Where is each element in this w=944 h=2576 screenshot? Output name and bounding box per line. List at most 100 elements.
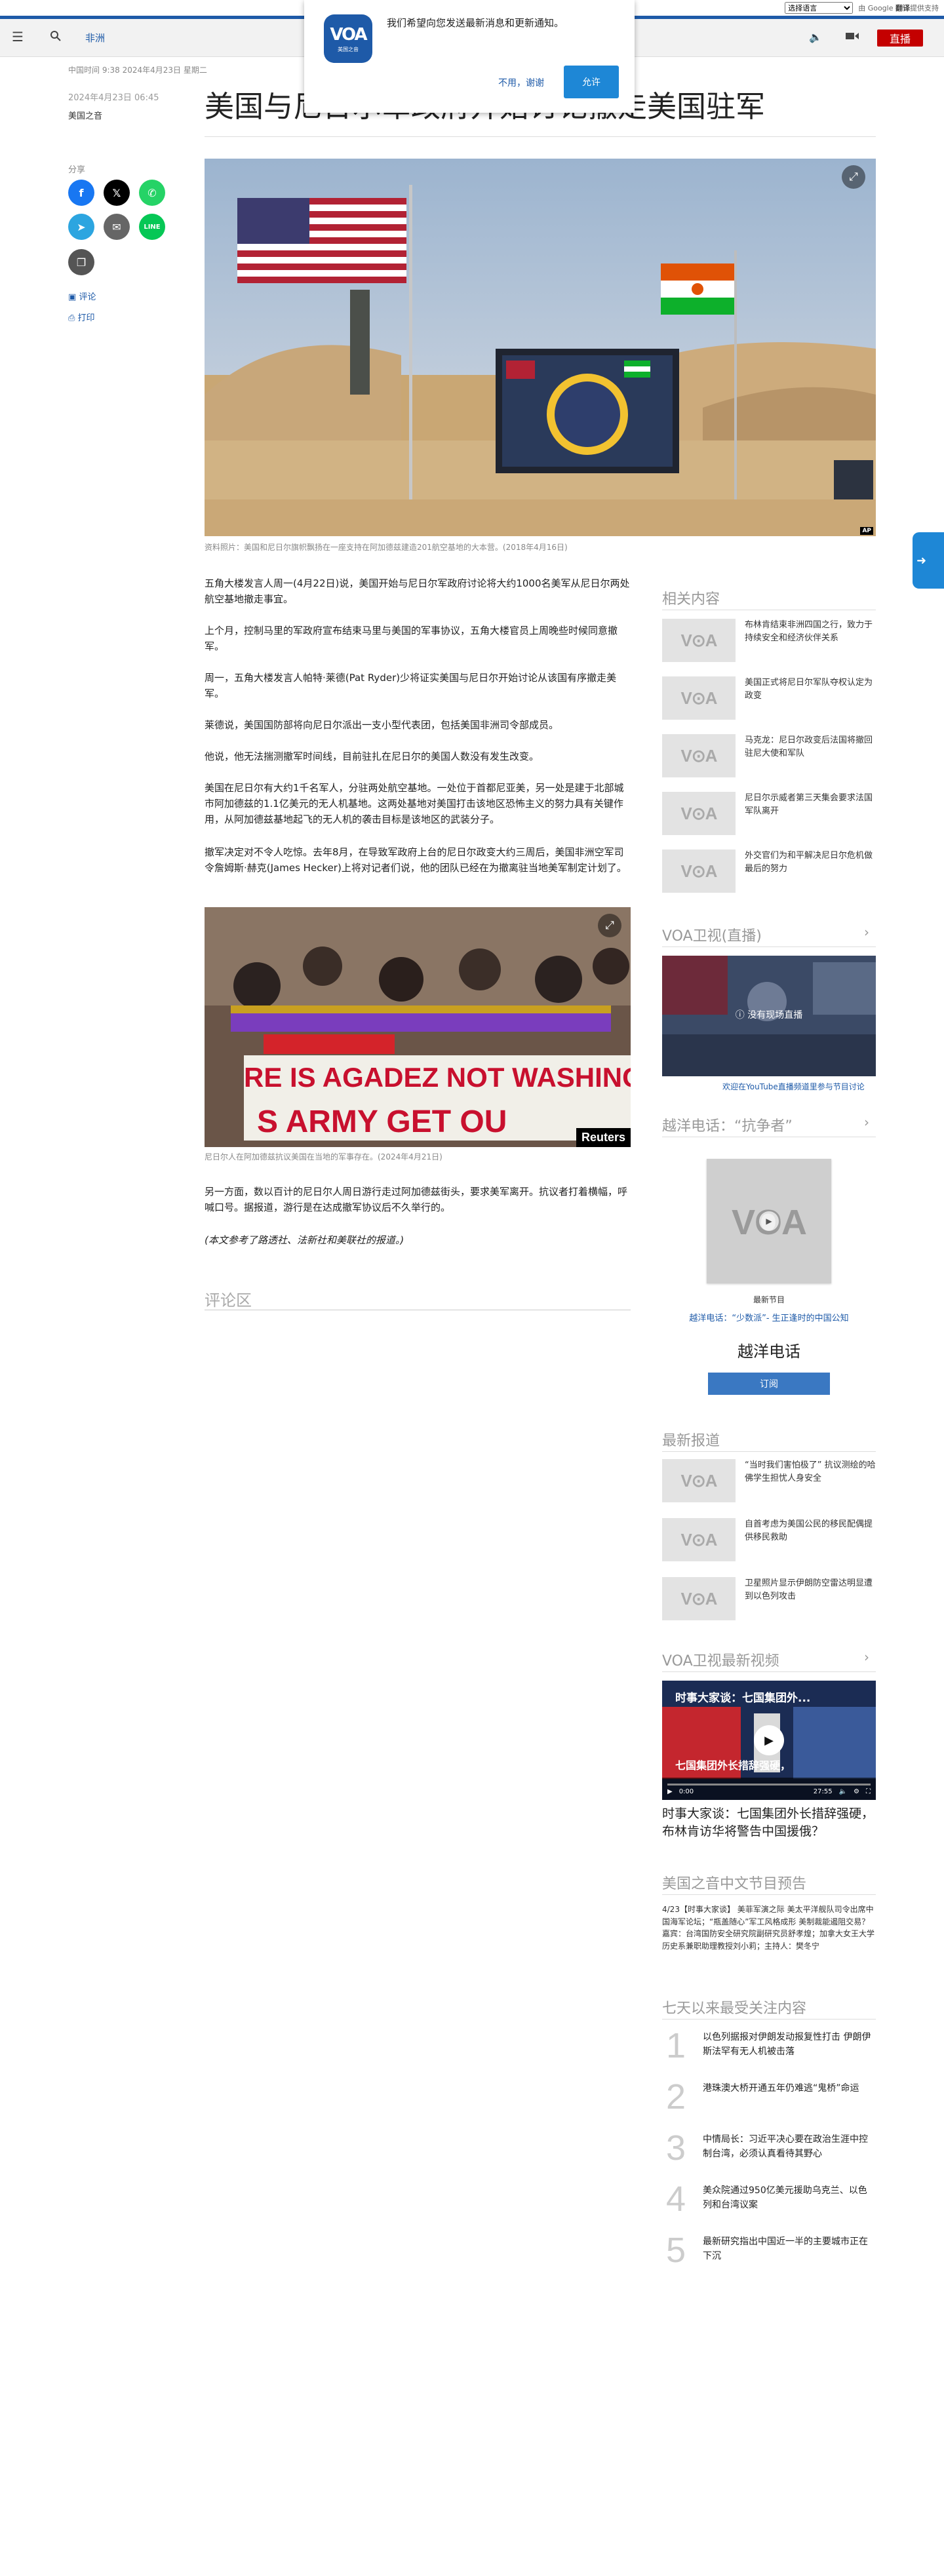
decline-button[interactable]: 不用，谢谢 bbox=[485, 68, 557, 97]
related-item[interactable]: V⊙A 外交官们为和平解决尼日尔危机做最后的努力 bbox=[662, 849, 876, 902]
audio-icon[interactable]: 🔈 bbox=[809, 31, 822, 43]
x-share-icon[interactable]: 𝕏 bbox=[104, 180, 130, 206]
paragraph: 撤军决定对不令人吃惊。去年8月，在导致军政府上台的尼日尔政变大约三周后，美国非洲… bbox=[205, 846, 627, 874]
telegram-share-icon[interactable]: ➤ bbox=[68, 214, 94, 240]
video-time-current: 0:00 bbox=[678, 1788, 694, 1795]
reuters-credit: Reuters bbox=[576, 1128, 631, 1147]
photo-credit: AP bbox=[860, 527, 873, 535]
whatsapp-share-icon[interactable]: ✆ bbox=[139, 180, 165, 206]
comments-heading: 评论区 bbox=[205, 1291, 252, 1310]
radio-cover[interactable]: VOA ▶ bbox=[707, 1159, 831, 1283]
title-divider bbox=[205, 136, 876, 137]
latest-item[interactable]: V⊙A 自首考虑为美国公民的移民配偶提供移民救助 bbox=[662, 1518, 876, 1571]
floating-share-tab[interactable]: ➜ bbox=[913, 532, 944, 589]
paragraph: 五角大楼发言人周一(4月22日)说，美国开始与尼日尔军政府讨论将大约1000名美… bbox=[205, 577, 630, 605]
popular-item[interactable]: 2 港珠澳大桥开通五年仍难逃“鬼桥”命运 bbox=[662, 2077, 876, 2126]
allow-button[interactable]: 允许 bbox=[564, 66, 619, 98]
related-heading: 相关内容 bbox=[662, 591, 720, 608]
chevron-right-icon[interactable]: › bbox=[864, 1649, 869, 1665]
fullscreen-icon[interactable]: ⛶ bbox=[866, 1788, 871, 1795]
play-icon[interactable]: ▶ bbox=[754, 1725, 784, 1755]
paragraph: 上个月，控制马里的军政府宣布结束马里与美国的军事协议，五角大楼官员上周晚些时候同… bbox=[205, 625, 618, 652]
video-icon[interactable] bbox=[846, 31, 859, 43]
popular-item[interactable]: 3 中情局长：习近平决心要在政治生涯中控制台湾，必须认真看待其野心 bbox=[662, 2128, 876, 2177]
source-note: (本文参考了路透社、法新社和美联社的报道。) bbox=[205, 1234, 404, 1246]
voa-thumbnail: V⊙A bbox=[662, 1459, 736, 1502]
tv-live-heading[interactable]: VOA卫视(直播) bbox=[662, 924, 762, 945]
divider bbox=[662, 1671, 876, 1672]
byline: 美国之音 bbox=[68, 111, 103, 121]
related-item[interactable]: V⊙A 美国正式将尼日尔军队夺权认定为政变 bbox=[662, 676, 876, 729]
expand-icon[interactable]: ⤢ bbox=[842, 165, 865, 189]
popular-item[interactable]: 5 最新研究指出中国近一半的主要城市正在下沉 bbox=[662, 2231, 876, 2280]
latest-item[interactable]: V⊙A 卫星照片显示伊朗防空雷达明显遭到以色列攻击 bbox=[662, 1577, 876, 1630]
schedule-heading: 美国之音中文节目预告 bbox=[662, 1876, 807, 1892]
related-item[interactable]: V⊙A 尼日尔示威者第三天集会要求法国军队离开 bbox=[662, 792, 876, 844]
menu-icon[interactable]: ☰ bbox=[12, 29, 24, 45]
chevron-right-icon[interactable]: › bbox=[864, 1114, 869, 1130]
comment-icon: ▣ bbox=[68, 292, 77, 302]
google-attribution: 由 Google 翻译提供支持 bbox=[858, 4, 939, 12]
subscribe-button[interactable]: 订阅 bbox=[708, 1373, 830, 1395]
voa-thumbnail: V⊙A bbox=[662, 792, 736, 835]
radio-heading[interactable]: 越洋电话：“抗争者” bbox=[662, 1114, 793, 1135]
banner-text: S ARMY GET OU bbox=[257, 1104, 507, 1139]
share-label: 分享 bbox=[68, 165, 86, 175]
youtube-link[interactable]: 欢迎在YouTube直播频道里参与节目讨论 bbox=[722, 1081, 865, 1092]
email-share-icon[interactable]: ✉ bbox=[104, 214, 130, 240]
volume-icon[interactable]: 🔈 bbox=[839, 1788, 847, 1795]
divider bbox=[662, 1451, 876, 1452]
schedule-text: 4/23【时事大家谈】 美菲军演之际 美太平洋舰队司令出席中国海军论坛；“瓶盖随… bbox=[662, 1905, 875, 1951]
related-item[interactable]: V⊙A 马克龙：尼日尔政变后法国将撤回驻尼大使和军队 bbox=[662, 734, 876, 787]
notification-message: 我们希望向您发送最新消息和更新通知。 bbox=[387, 17, 564, 29]
radio-latest-label: 最新节目 bbox=[753, 1295, 785, 1304]
radio-episode-link[interactable]: 越洋电话：“少数派”- 生正逢时的中国公知 bbox=[662, 1311, 876, 1323]
paragraph: 他说，他无法揣测撤军时间线，目前驻扎在尼日尔的美国人数没有发生改变。 bbox=[205, 751, 540, 762]
play-icon[interactable]: ▶ bbox=[759, 1211, 779, 1231]
video-overlay-banner: 七国集团外长措辞强硬， bbox=[675, 1759, 791, 1772]
comments-link[interactable]: ▣ 评论 bbox=[68, 290, 96, 302]
video-overlay-title: 时事大家谈：七国集团外... bbox=[675, 1692, 811, 1705]
live-button[interactable]: 直播 bbox=[877, 29, 923, 47]
search-icon[interactable] bbox=[50, 30, 62, 45]
paragraph: 美国在尼日尔有大约1千名军人，分驻两处航空基地。一处位于首都尼亚美，另一处是建于… bbox=[205, 782, 624, 825]
print-link[interactable]: ⎙ 打印 bbox=[68, 311, 95, 323]
copy-link-icon[interactable]: ❐ bbox=[68, 249, 94, 275]
voa-thumbnail: V⊙A bbox=[662, 734, 736, 777]
print-icon: ⎙ bbox=[68, 313, 75, 323]
facebook-share-icon[interactable]: f bbox=[68, 180, 94, 206]
voa-thumbnail: V⊙A bbox=[662, 849, 736, 893]
expand-icon[interactable]: ⤢ bbox=[598, 914, 621, 937]
settings-icon[interactable]: ⚙ bbox=[854, 1788, 859, 1795]
publish-date: 2024年4月23日 06:45 bbox=[68, 93, 159, 103]
chevron-right-icon[interactable]: › bbox=[864, 924, 869, 940]
protest-image: RE IS AGADEZ NOT WASHING S ARMY GET OU R… bbox=[205, 907, 631, 1147]
play-small-icon[interactable]: ▶ bbox=[667, 1788, 673, 1795]
image-caption: 尼日尔人在阿加德兹抗议美国在当地的军事存在。(2024年4月21日) bbox=[205, 1152, 442, 1161]
popular-heading: 七天以来最受关注内容 bbox=[662, 2000, 807, 2017]
line-share-icon[interactable]: LINE bbox=[139, 214, 165, 240]
video-heading[interactable]: VOA卫视最新视频 bbox=[662, 1649, 779, 1670]
date-line: 中国时间 9:38 2024年4月23日 星期二 bbox=[68, 66, 207, 75]
paragraph: 周一，五角大楼发言人帕特·莱德(Pat Ryder)少将证实美国与尼日尔开始讨论… bbox=[205, 672, 617, 699]
paragraph: 莱德说，美国国防部将向尼日尔派出一支小型代表团，包括美国非洲司令部成员。 bbox=[205, 719, 559, 731]
divider bbox=[662, 1894, 876, 1895]
video-player[interactable]: 时事大家谈：七国集团外... 七国集团外长措辞强硬， ▶ ▶ 0:00 27:5… bbox=[662, 1681, 876, 1800]
video-time-total: 27:55 bbox=[813, 1788, 833, 1795]
video-title[interactable]: 时事大家谈：七国集团外长措辞强硬，布林肯访华将警告中国援俄？ bbox=[662, 1805, 876, 1840]
paragraph: 另一方面，数以百计的尼日尔人周日游行走过阿加德兹街头，要求美军离开。抗议者打着横… bbox=[205, 1186, 628, 1213]
info-icon: ⓘ bbox=[735, 1010, 745, 1021]
translate-bar: 选择语言 由 Google 翻译提供支持 bbox=[785, 0, 944, 16]
hero-image: AP bbox=[205, 159, 876, 536]
popular-item[interactable]: 4 美众院通过950亿美元援助乌克兰、以色列和台湾议案 bbox=[662, 2179, 876, 2229]
notification-prompt: VOA 美国之音 我们希望向您发送最新消息和更新通知。 不用，谢谢 允许 bbox=[304, 0, 635, 113]
voa-thumbnail: V⊙A bbox=[662, 676, 736, 720]
section-label[interactable]: 非洲 bbox=[85, 31, 105, 45]
banner-text: RE IS AGADEZ NOT WASHING bbox=[244, 1062, 631, 1093]
voa-thumbnail: V⊙A bbox=[662, 1577, 736, 1620]
popular-item[interactable]: 1 以色列据报对伊朗发动报复性打击 伊朗伊斯法罕有无人机被击落 bbox=[662, 2026, 876, 2075]
latest-item[interactable]: V⊙A “当时我们害怕极了” 抗议测绘的哈佛学生担忧人身安全 bbox=[662, 1459, 876, 1512]
language-select[interactable]: 选择语言 bbox=[785, 2, 854, 14]
tv-live-player[interactable]: ⓘ 没有现场直播 bbox=[662, 956, 876, 1076]
related-item[interactable]: V⊙A 布林肯结束非洲四国之行，致力于持续安全和经济伙伴关系 bbox=[662, 619, 876, 671]
